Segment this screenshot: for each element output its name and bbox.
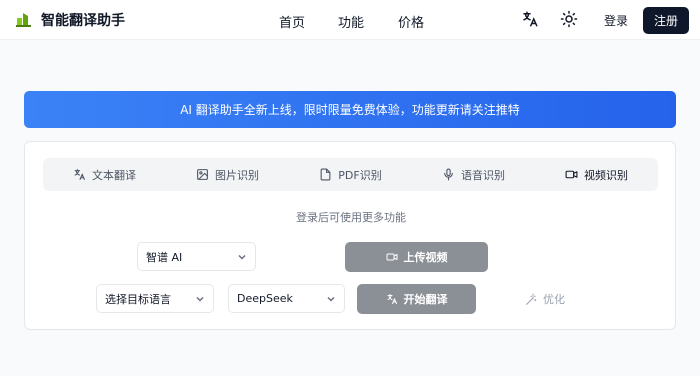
image-icon — [197, 169, 208, 180]
engine-select-value: DeepSeek — [237, 292, 293, 305]
chevron-down-icon — [327, 296, 335, 302]
nav-features[interactable]: 功能 — [338, 12, 364, 31]
nav-home[interactable]: 首页 — [279, 12, 305, 31]
brand-name[interactable]: 智能翻译助手 — [41, 10, 125, 30]
tab-pdf-recognition[interactable]: PDF识别 — [289, 158, 412, 191]
theme-toggle-icon[interactable] — [560, 10, 578, 28]
tab-label: 视频识别 — [584, 168, 628, 182]
translation-card: 文本翻译 图片识别 PDF识别 语音识别 视频识别 登录后可使用更多功能 智谱 … — [24, 141, 676, 330]
nav-pricing[interactable]: 价格 — [398, 12, 424, 31]
start-label: 开始翻译 — [403, 293, 448, 306]
language-switch-icon[interactable] — [521, 10, 539, 28]
feature-tabs: 文本翻译 图片识别 PDF识别 语音识别 视频识别 — [43, 158, 658, 191]
tab-label: 文本翻译 — [92, 168, 136, 182]
chevron-down-icon — [238, 254, 246, 260]
tab-text-translate[interactable]: 文本翻译 — [43, 158, 166, 191]
login-hint: 登录后可使用更多功能 — [296, 211, 406, 224]
logo-icon[interactable] — [14, 9, 34, 29]
tab-video-recognition[interactable]: 视频识别 — [535, 158, 658, 191]
tab-voice-recognition[interactable]: 语音识别 — [412, 158, 535, 191]
announcement-banner: AI 翻译助手全新上线，限时限量免费体验，功能更新请关注推特 — [24, 91, 676, 128]
translate-icon — [74, 169, 85, 180]
signup-button[interactable]: 注册 — [643, 7, 689, 34]
video-icon — [386, 253, 397, 261]
tab-image-recognition[interactable]: 图片识别 — [166, 158, 289, 191]
file-icon — [320, 168, 331, 181]
target-language-select[interactable]: 选择目标语言 — [96, 284, 214, 313]
login-button[interactable]: 登录 — [604, 12, 628, 29]
upload-label: 上传视频 — [403, 251, 448, 264]
translate-icon — [387, 294, 397, 304]
magic-wand-icon — [526, 293, 537, 305]
video-icon — [565, 170, 578, 179]
mic-icon — [444, 168, 453, 181]
model-select[interactable]: 智谱 AI — [137, 242, 256, 271]
optimize-button[interactable]: 优化 — [525, 284, 565, 314]
banner-text: AI 翻译助手全新上线，限时限量免费体验，功能更新请关注推特 — [180, 103, 520, 117]
upload-video-button[interactable]: 上传视频 — [345, 242, 488, 272]
tab-label: 语音识别 — [461, 168, 505, 182]
optimize-label: 优化 — [543, 293, 565, 306]
start-translate-button[interactable]: 开始翻译 — [357, 284, 476, 314]
tab-label: PDF识别 — [338, 168, 382, 182]
engine-select[interactable]: DeepSeek — [228, 284, 345, 313]
top-header: 智能翻译助手 首页 功能 价格 登录 注册 — [0, 0, 700, 40]
chevron-down-icon — [196, 296, 204, 302]
tab-label: 图片识别 — [215, 168, 259, 182]
language-select-value: 选择目标语言 — [105, 292, 171, 306]
model-select-value: 智谱 AI — [146, 250, 183, 264]
